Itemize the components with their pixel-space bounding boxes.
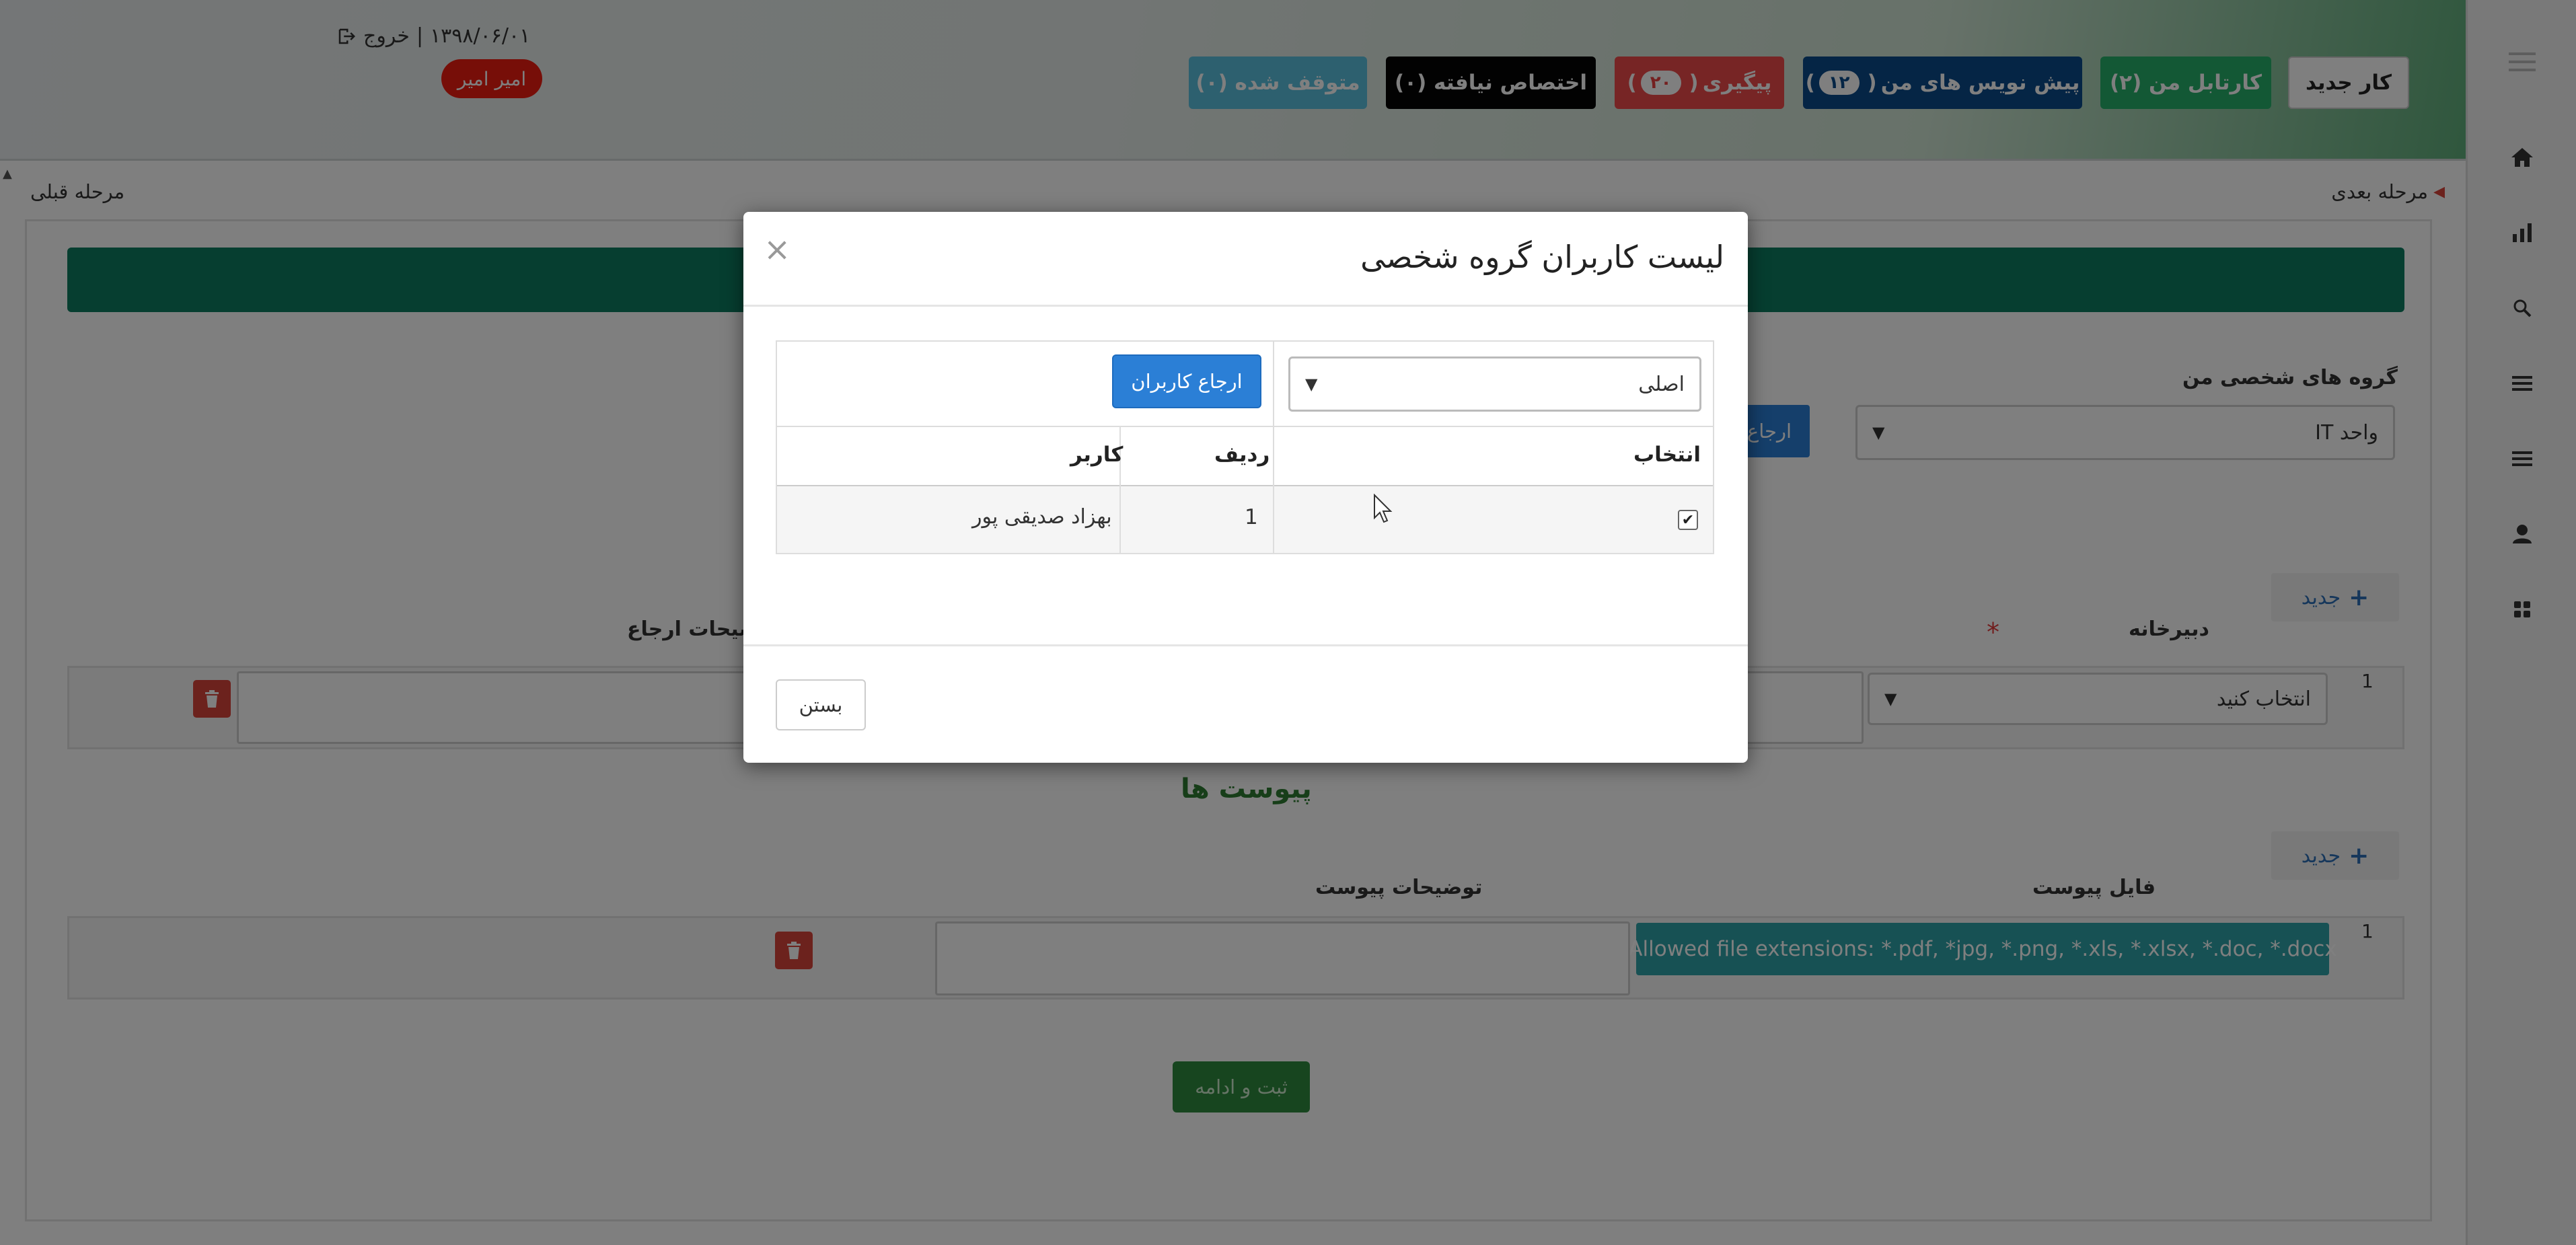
col-header-select[interactable]: انتخاب xyxy=(1633,443,1701,467)
row-checkbox[interactable]: ✔ xyxy=(1678,510,1698,530)
header-divider-2b xyxy=(1119,486,1121,553)
user-name-cell: بهزاد صدیقی پور xyxy=(972,505,1112,529)
mouse-cursor-icon xyxy=(1373,493,1393,527)
group-dropdown[interactable]: اصلی ▼ xyxy=(1288,356,1701,412)
caret-down-icon: ▼ xyxy=(1305,375,1318,393)
modal-divider xyxy=(743,305,1748,307)
modal-title: لیست کاربران گروه شخصی xyxy=(1360,239,1724,275)
refer-users-button[interactable]: ارجاع کاربران xyxy=(1112,354,1261,408)
col-header-user[interactable]: کاربر xyxy=(1070,443,1123,467)
col-header-row[interactable]: ردیف xyxy=(1214,443,1269,467)
row-number-cell: 1 xyxy=(1245,505,1258,529)
header-divider-1b xyxy=(1273,486,1274,553)
close-icon[interactable]: × xyxy=(764,231,790,268)
modal-footer-divider xyxy=(743,644,1748,646)
group-users-modal: لیست کاربران گروه شخصی × اصلی ▼ ارجاع کا… xyxy=(743,212,1748,763)
group-dropdown-value: اصلی xyxy=(1638,372,1685,396)
close-modal-button[interactable]: بستن xyxy=(776,679,866,730)
users-table: اصلی ▼ ارجاع کاربران انتخاب ردیف کاربر ✔… xyxy=(776,340,1714,554)
toolbar-divider xyxy=(1273,342,1274,427)
